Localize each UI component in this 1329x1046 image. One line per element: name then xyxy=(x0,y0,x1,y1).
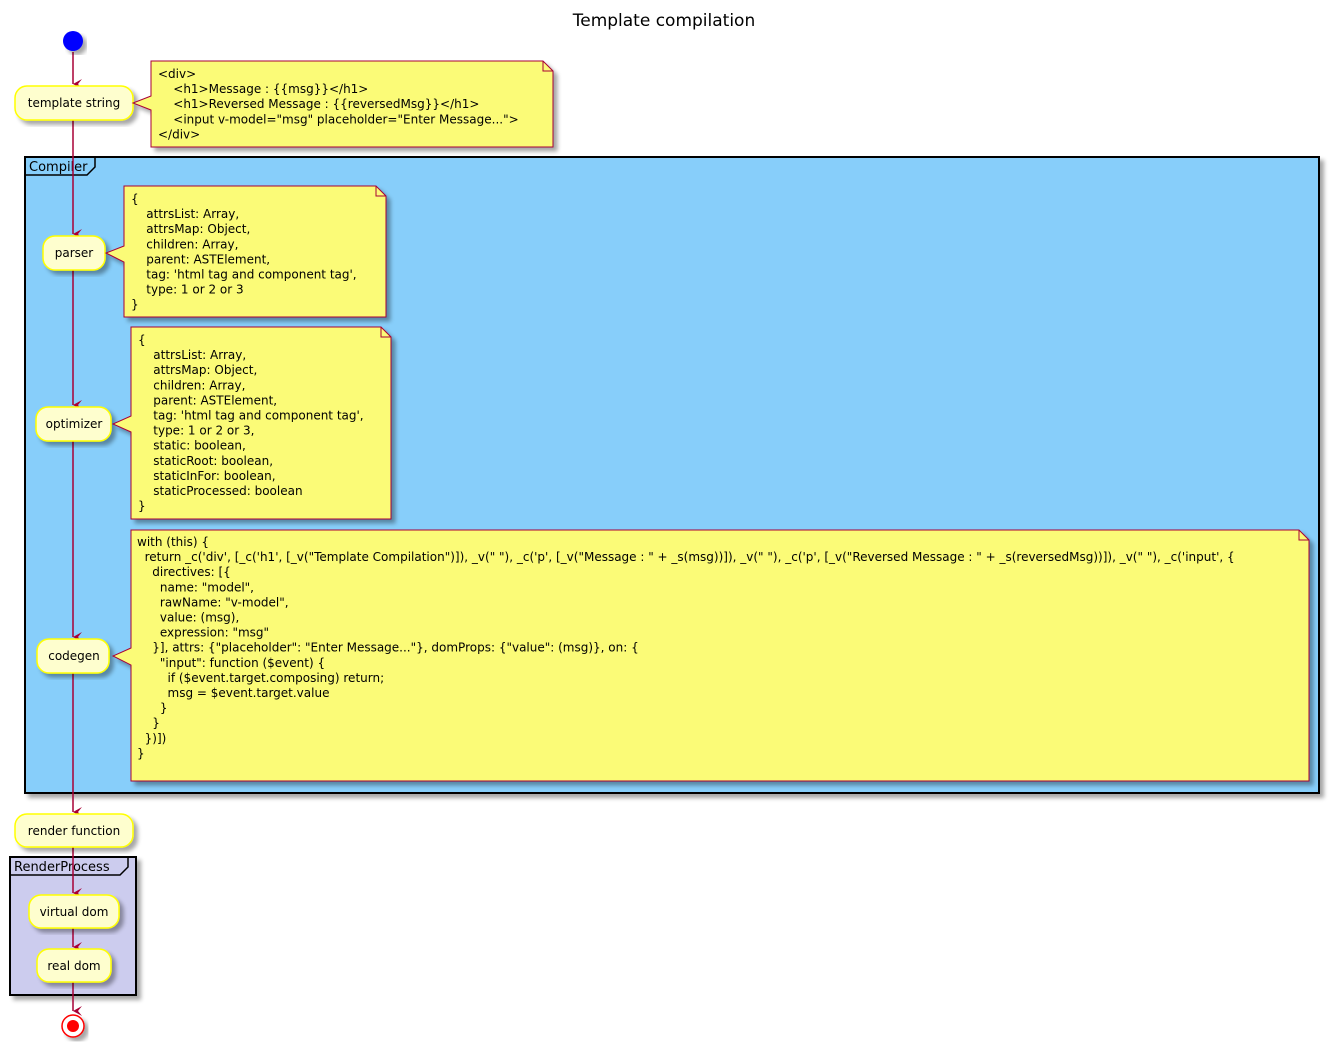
node-parser: parser xyxy=(42,235,106,271)
note-line: } xyxy=(137,701,168,715)
note-line: parent: ASTElement, xyxy=(138,393,277,407)
note-template-string: <div> <h1>Message : {{msg}}</h1> <h1>Rev… xyxy=(131,60,554,148)
note-line: { xyxy=(138,333,146,347)
note-line: if ($event.target.composing) return; xyxy=(137,671,384,685)
note-line: }], attrs: {"placeholder": "Enter Messag… xyxy=(137,641,639,655)
note-line: <input v-model="msg" placeholder="Enter … xyxy=(158,112,519,126)
note-line: <div> xyxy=(158,67,196,81)
note-line: "input": function ($event) { xyxy=(137,656,325,670)
note-line: staticRoot: boolean, xyxy=(138,454,273,468)
note-line: type: 1 or 2 or 3 xyxy=(131,283,244,297)
note-line: } xyxy=(131,298,139,312)
node-label: template string xyxy=(28,96,120,110)
note-line: tag: 'html tag and component tag', xyxy=(131,268,357,282)
note-line: <h1>Reversed Message : {{reversedMsg}}</… xyxy=(158,97,479,111)
note-line: staticInFor: boolean, xyxy=(138,469,276,483)
note-line: type: 1 or 2 or 3, xyxy=(138,424,254,438)
note-line: attrsMap: Object, xyxy=(138,363,257,377)
note-line: <h1>Message : {{msg}}</h1> xyxy=(158,82,368,96)
note-line: msg = $event.target.value xyxy=(137,686,329,700)
start-node xyxy=(63,31,83,51)
note-line: })]) xyxy=(137,731,166,745)
note-line: name: "model", xyxy=(137,580,254,594)
node-render-function: render function xyxy=(14,813,134,848)
note-line: { xyxy=(131,192,139,206)
node-label: parser xyxy=(55,246,94,260)
node-label: optimizer xyxy=(46,417,103,431)
note-optimizer: { attrsList: Array, attrsMap: Object, ch… xyxy=(111,326,392,520)
note-line: rawName: "v-model", xyxy=(137,595,289,609)
end-node xyxy=(61,1014,85,1038)
node-virtual-dom: virtual dom xyxy=(28,894,120,929)
node-real-dom: real dom xyxy=(36,948,112,983)
node-label: virtual dom xyxy=(40,905,109,919)
node-codegen: codegen xyxy=(36,638,110,674)
note-line xyxy=(137,762,141,776)
note-line: attrsMap: Object, xyxy=(131,222,250,236)
note-line: directives: [{ xyxy=(137,565,231,579)
render-process-frame-label: RenderProcess xyxy=(14,860,110,875)
note-line: children: Array, xyxy=(138,378,245,392)
node-optimizer: optimizer xyxy=(35,406,112,442)
activity-diagram: Template compilation Compiler RenderProc… xyxy=(9,11,1320,1038)
note-line: attrsList: Array, xyxy=(138,348,246,362)
note-line: parent: ASTElement, xyxy=(131,252,270,266)
note-line: } xyxy=(138,499,146,513)
note-line: value: (msg), xyxy=(137,611,239,625)
node-label: render function xyxy=(28,824,120,838)
note-line: children: Array, xyxy=(131,237,238,251)
note-line: return _c('div', [_c('h1', [_v("Template… xyxy=(137,550,1235,564)
node-template-string: template string xyxy=(14,85,134,121)
note-line: static: boolean, xyxy=(138,439,246,453)
note-line: staticProcessed: boolean xyxy=(138,484,303,498)
note-line: with (this) { xyxy=(137,535,209,549)
note-line: tag: 'html tag and component tag', xyxy=(138,409,364,423)
diagram-title: Template compilation xyxy=(572,11,756,31)
note-codegen: with (this) { return _c('div', [_c('h1',… xyxy=(111,529,1310,782)
note-line: expression: "msg" xyxy=(137,626,269,640)
compiler-frame-label: Compiler xyxy=(29,160,88,175)
note-line: } xyxy=(137,716,160,730)
note-line: attrsList: Array, xyxy=(131,207,239,221)
note-line: } xyxy=(137,746,145,760)
node-label: codegen xyxy=(48,649,100,663)
note-parser: { attrsList: Array, attrsMap: Object, ch… xyxy=(104,185,387,318)
node-label: real dom xyxy=(47,959,100,973)
note-line: </div> xyxy=(158,127,200,141)
